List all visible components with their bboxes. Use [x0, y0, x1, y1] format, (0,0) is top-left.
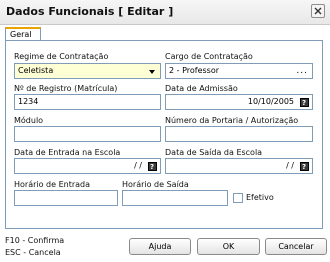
- modulo-input[interactable]: [14, 126, 161, 142]
- title-bar: Dados Funcionais [ Editar ]: [0, 0, 330, 25]
- registro-label: Nº de Registro (Matrícula): [14, 84, 118, 93]
- registro-value: 1234: [18, 97, 39, 106]
- tab-geral-label: Geral: [10, 30, 32, 39]
- registro-input[interactable]: 1234: [14, 94, 161, 110]
- help-button[interactable]: Ajuda: [129, 238, 191, 255]
- hint-cancel: ESC - Cancela: [5, 248, 61, 257]
- window-title: Dados Funcionais [ Editar ]: [6, 5, 174, 18]
- horario-saida-label: Horário de Saída: [122, 180, 189, 189]
- saida-escola-value: / /: [286, 161, 294, 170]
- regime-label: Regime de Contratação: [14, 52, 109, 61]
- calendar-icon[interactable]: [300, 160, 309, 173]
- efetivo-label: Efetivo: [246, 193, 274, 202]
- cargo-field[interactable]: 2 - Professor ...: [165, 63, 313, 79]
- cancel-button-label: Cancelar: [278, 242, 314, 251]
- ok-button[interactable]: OK: [197, 238, 260, 255]
- horario-saida-input[interactable]: [122, 190, 228, 206]
- calendar-icon[interactable]: [300, 96, 309, 109]
- tab-geral[interactable]: Geral: [5, 27, 41, 41]
- cancel-button[interactable]: Cancelar: [265, 238, 327, 255]
- modulo-label: Módulo: [14, 116, 44, 125]
- portaria-input[interactable]: [165, 126, 313, 142]
- calendar-icon[interactable]: [148, 160, 157, 173]
- saida-escola-date-field[interactable]: / /: [165, 158, 313, 174]
- entrada-escola-label: Data de Entrada na Escola: [14, 148, 121, 157]
- saida-escola-label: Data de Saída da Escola: [165, 148, 263, 157]
- admissao-label: Data de Admissão: [165, 84, 238, 93]
- cargo-value: 2 - Professor: [169, 66, 220, 75]
- ok-button-label: OK: [222, 242, 235, 251]
- hint-confirm: F10 - Confirma: [5, 236, 65, 245]
- help-button-label: Ajuda: [148, 242, 172, 251]
- chevron-down-icon[interactable]: [149, 70, 155, 74]
- close-icon: [314, 7, 322, 15]
- regime-select[interactable]: Celetista: [14, 63, 161, 79]
- efetivo-checkbox[interactable]: [233, 193, 243, 203]
- entrada-escola-date-field[interactable]: / /: [14, 158, 161, 174]
- portaria-label: Número da Portaria / Autorização: [165, 116, 299, 125]
- admissao-date-field[interactable]: 10/10/2005: [165, 94, 313, 110]
- horario-entrada-label: Horário de Entrada: [14, 180, 91, 189]
- horario-entrada-input[interactable]: [14, 190, 118, 206]
- regime-value: Celetista: [18, 66, 54, 75]
- entrada-escola-value: / /: [134, 161, 142, 170]
- cargo-lookup-button[interactable]: ...: [296, 64, 308, 78]
- cargo-label: Cargo de Contratação: [165, 52, 253, 61]
- admissao-value: 10/10/2005: [247, 97, 294, 106]
- close-button[interactable]: [311, 4, 325, 18]
